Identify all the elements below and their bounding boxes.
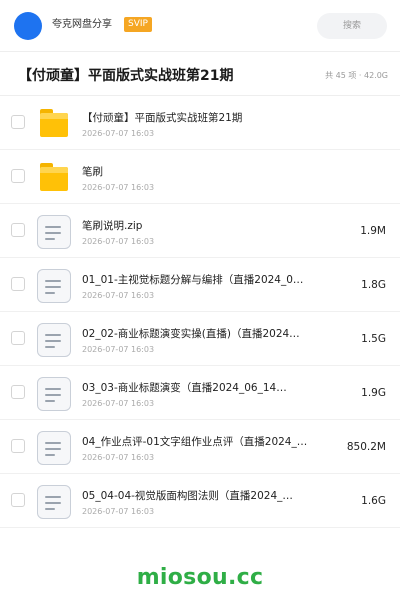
document-icon: [37, 377, 71, 411]
file-row[interactable]: 笔刷 2026-07-07 16:03: [0, 150, 400, 204]
file-date: 2026-07-07 16:03: [82, 399, 155, 408]
select-checkbox[interactable]: [11, 385, 25, 399]
document-icon: [37, 323, 71, 357]
search-button[interactable]: 搜索: [317, 13, 387, 39]
file-date: 2026-07-07 16:03: [82, 453, 155, 462]
file-size: 850.2M: [346, 441, 386, 453]
select-checkbox[interactable]: [11, 331, 25, 345]
select-checkbox[interactable]: [11, 439, 25, 453]
file-date: 2026-07-07 16:03: [82, 507, 155, 516]
file-row[interactable]: 【付顽童】平面版式实战班第21期 2026-07-07 16:03: [0, 96, 400, 150]
file-list: 【付顽童】平面版式实战班第21期 2026-07-07 16:03 笔刷 2026-0…: [0, 96, 400, 528]
file-size: 1.9M: [360, 225, 386, 237]
document-icon: [37, 269, 71, 303]
folder-icon: [37, 107, 71, 141]
file-name[interactable]: 02_02-商业标题演变实操(直播)（直播2024…: [82, 327, 314, 341]
select-checkbox[interactable]: [11, 493, 25, 507]
file-size: 1.9G: [361, 387, 386, 399]
svip-badge: SVIP: [124, 17, 152, 32]
file-row[interactable]: 03_03-商业标题演变（直播2024_06_14… 2026-07-07 16:…: [0, 366, 400, 420]
file-name[interactable]: 04_作业点评-01文字组作业点评（直播2024_…: [82, 435, 314, 449]
file-date: 2026-07-07 16:03: [82, 345, 155, 354]
file-name[interactable]: 03_03-商业标题演变（直播2024_06_14…: [82, 381, 314, 395]
file-date: 2026-07-07 16:03: [82, 291, 155, 300]
watermark: miosou.cc: [136, 565, 264, 590]
file-date: 2026-07-07 16:03: [82, 237, 155, 246]
document-icon: [37, 485, 71, 519]
file-name[interactable]: 01_01-主视觉标题分解与编排（直播2024_0…: [82, 273, 314, 287]
file-row[interactable]: 04_作业点评-01文字组作业点评（直播2024_… 2026-07-07 16:…: [0, 420, 400, 474]
file-name[interactable]: 【付顽童】平面版式实战班第21期: [82, 111, 314, 125]
select-checkbox[interactable]: [11, 277, 25, 291]
file-size: 1.6G: [361, 495, 386, 507]
page-title: 【付顽童】平面版式实战班第21期: [18, 68, 234, 84]
file-date: 2026-07-07 16:03: [82, 183, 155, 192]
avatar[interactable]: [14, 12, 42, 40]
folder-icon: [37, 161, 71, 195]
document-icon: [37, 215, 71, 249]
top-bar: 夸克网盘分享 SVIP 搜索: [0, 0, 400, 52]
file-name[interactable]: 笔刷: [82, 165, 314, 179]
file-row[interactable]: 笔刷说明.zip 2026-07-07 16:03 1.9M: [0, 204, 400, 258]
share-header: 【付顽童】平面版式实战班第21期 共 45 项 · 42.0G: [0, 52, 400, 96]
document-icon: [37, 431, 71, 465]
file-row[interactable]: 05_04-04-视觉版面构图法则（直播2024_… 2026-07-07 16:…: [0, 474, 400, 528]
select-checkbox[interactable]: [11, 115, 25, 129]
file-row[interactable]: 02_02-商业标题演变实操(直播)（直播2024… 2026-07-07 16:…: [0, 312, 400, 366]
file-date: 2026-07-07 16:03: [82, 129, 155, 138]
file-size: 1.5G: [361, 333, 386, 345]
file-row[interactable]: 01_01-主视觉标题分解与编排（直播2024_0… 2026-07-07 16:…: [0, 258, 400, 312]
file-name[interactable]: 笔刷说明.zip: [82, 219, 314, 233]
file-name[interactable]: 05_04-04-视觉版面构图法则（直播2024_…: [82, 489, 314, 503]
share-meta: 共 45 项 · 42.0G: [325, 71, 388, 80]
file-size: 1.8G: [361, 279, 386, 291]
select-checkbox[interactable]: [11, 169, 25, 183]
username[interactable]: 夸克网盘分享: [52, 18, 112, 32]
select-checkbox[interactable]: [11, 223, 25, 237]
